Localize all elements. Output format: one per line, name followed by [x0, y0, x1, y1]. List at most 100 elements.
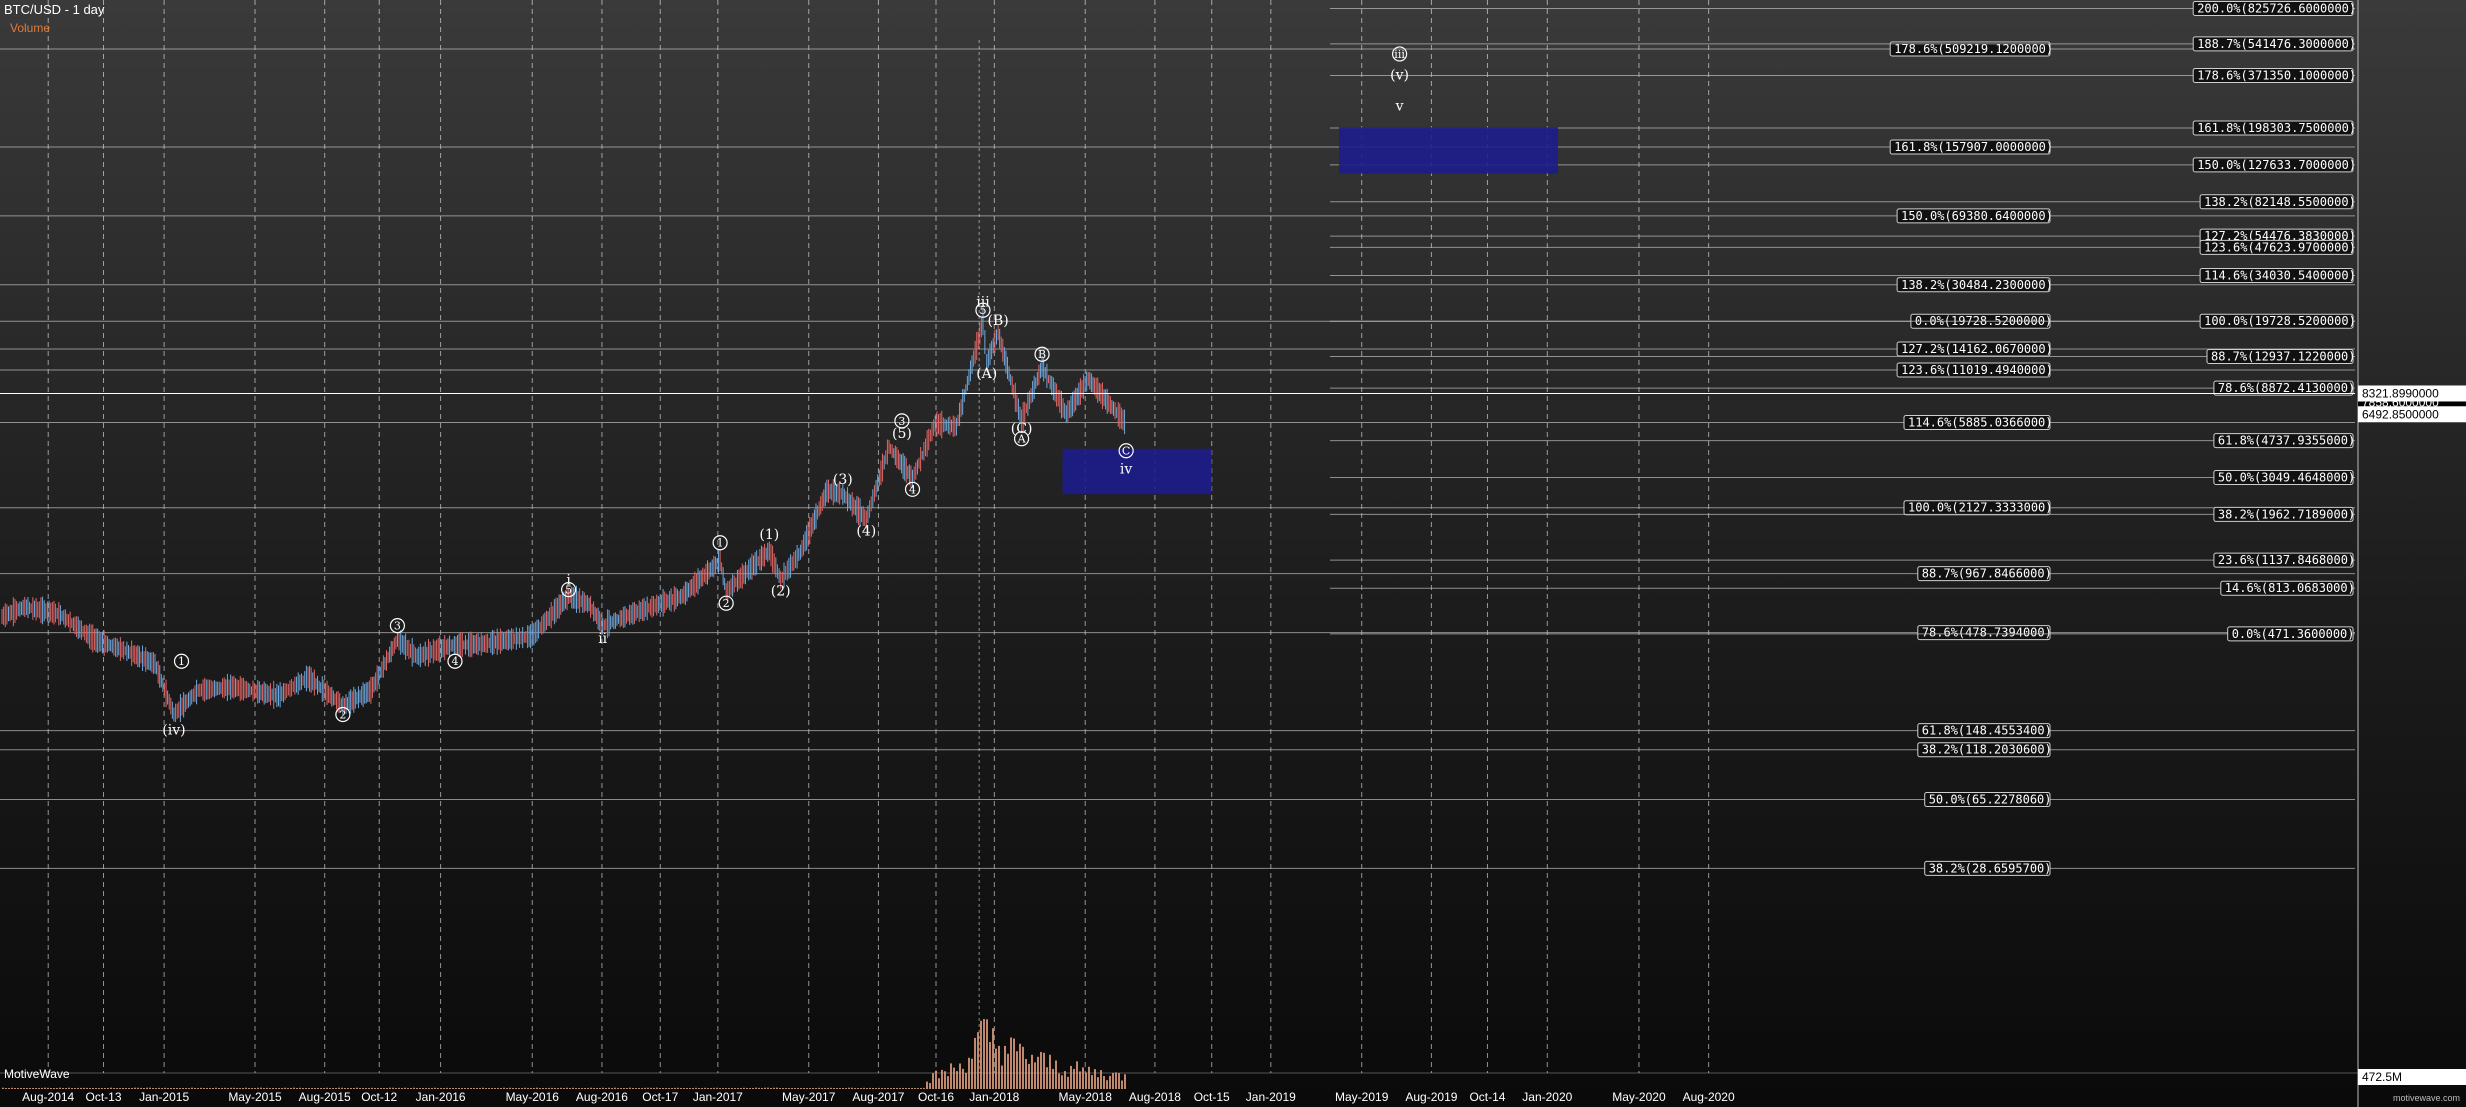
volume-bar	[1037, 1056, 1039, 1089]
target-zone-iii	[1338, 127, 1558, 174]
volume-bar	[950, 1063, 952, 1089]
wave-label: 4	[909, 483, 916, 496]
volume-bar	[725, 1088, 727, 1089]
volume-bar	[1097, 1077, 1099, 1089]
volume-bar	[644, 1087, 646, 1089]
volume-bar	[392, 1087, 394, 1089]
volume-bar	[116, 1088, 118, 1089]
volume-bar	[389, 1087, 391, 1089]
volume-bar	[257, 1087, 259, 1089]
wave-label: (5)	[892, 426, 912, 442]
volume-bar	[1118, 1073, 1120, 1089]
volume-bar	[131, 1087, 133, 1089]
volume-bar	[149, 1087, 151, 1089]
volume-bar	[305, 1088, 307, 1089]
wave-label: A	[1017, 433, 1027, 446]
volume-bar	[731, 1088, 733, 1089]
volume-bar	[779, 1088, 781, 1089]
fib-label-right: 0.0%(471.3600000)	[2232, 627, 2355, 641]
volume-bar	[809, 1088, 811, 1089]
volume-bar	[359, 1088, 361, 1089]
price-level-3: 6492.8500000	[2362, 407, 2439, 421]
fib-label-right: 23.6%(1137.8468000)	[2218, 553, 2355, 567]
volume-bar	[425, 1088, 427, 1089]
volume-bar	[1079, 1071, 1081, 1089]
volume-bar	[842, 1088, 844, 1089]
volume-bar	[527, 1087, 529, 1089]
volume-bar	[203, 1088, 205, 1089]
volume-bar	[422, 1088, 424, 1089]
volume-bar	[929, 1083, 931, 1089]
volume-bar	[458, 1087, 460, 1089]
volume-bar	[260, 1087, 262, 1089]
volume-bar	[974, 1037, 976, 1089]
volume-bar	[785, 1088, 787, 1089]
x-tick-label: Jan-2015	[139, 1090, 189, 1104]
volume-bar	[680, 1088, 682, 1089]
wave-label: ii	[598, 631, 607, 647]
volume-bar	[158, 1087, 160, 1089]
x-tick-label: Oct-16	[918, 1090, 954, 1104]
volume-bar	[797, 1088, 799, 1089]
volume-bar	[437, 1088, 439, 1089]
volume-bar	[11, 1087, 13, 1089]
volume-bar	[284, 1087, 286, 1089]
volume-bar	[743, 1087, 745, 1089]
volume-bar	[866, 1088, 868, 1089]
volume-bar	[1061, 1075, 1063, 1089]
volume-bar	[32, 1087, 34, 1089]
price-chart[interactable]: Aug-2014 Oct-13 Jan-2015 May-2015 Aug-2015 Oc…	[0, 0, 2466, 1107]
volume-bar	[623, 1088, 625, 1089]
volume-bar	[485, 1088, 487, 1089]
volume-bar	[554, 1088, 556, 1089]
x-tick-label: Aug-2016	[576, 1090, 628, 1104]
volume-bar	[446, 1087, 448, 1089]
volume-bar	[1007, 1053, 1009, 1089]
volume-bar	[557, 1088, 559, 1089]
volume-bar	[659, 1088, 661, 1089]
volume-bar	[767, 1087, 769, 1089]
volume-bar	[1025, 1058, 1027, 1089]
x-tick-label: Jan-2019	[1246, 1090, 1296, 1104]
volume-bar	[278, 1088, 280, 1089]
volume-bar	[578, 1088, 580, 1089]
volume-bar	[1001, 1065, 1003, 1089]
volume-bar	[812, 1087, 814, 1089]
volume-bar	[845, 1087, 847, 1089]
wave-label: (3)	[833, 472, 853, 488]
fib-label-left: 123.6%(11019.4940000)	[1901, 363, 2053, 377]
volume-bar	[689, 1088, 691, 1089]
volume-bar	[296, 1088, 298, 1089]
volume-bar	[464, 1088, 466, 1089]
volume-bar	[602, 1087, 604, 1089]
fib-label-right: 138.2%(82148.5500000)	[2204, 195, 2356, 209]
fib-label-left: 150.0%(69380.6400000)	[1901, 209, 2053, 223]
volume-bar	[716, 1087, 718, 1089]
wave-label: 5	[565, 584, 572, 597]
x-tick-label: Aug-2018	[1129, 1090, 1181, 1104]
volume-bar	[17, 1088, 19, 1089]
volume-bar	[749, 1088, 751, 1089]
target-zone-iv	[1062, 448, 1212, 495]
volume-bar	[833, 1088, 835, 1089]
volume-bar	[26, 1088, 28, 1089]
volume-bar	[533, 1087, 535, 1089]
volume-bar	[509, 1087, 511, 1089]
volume-bar	[932, 1073, 934, 1089]
volume-bar	[428, 1087, 430, 1089]
volume-bar	[347, 1088, 349, 1089]
volume-bar	[281, 1088, 283, 1089]
volume-bar	[803, 1088, 805, 1089]
volume-bar	[737, 1088, 739, 1089]
volume-bar	[248, 1088, 250, 1089]
x-tick-label: Oct-13	[85, 1090, 121, 1104]
volume-bar	[323, 1088, 325, 1089]
volume-bar	[935, 1070, 937, 1089]
volume-bar	[176, 1088, 178, 1089]
volume-bar	[665, 1088, 667, 1089]
volume-bar	[869, 1087, 871, 1089]
volume-bar	[461, 1088, 463, 1089]
volume-bar	[47, 1087, 49, 1089]
volume-bar	[1112, 1072, 1114, 1089]
volume-bar	[65, 1088, 67, 1089]
